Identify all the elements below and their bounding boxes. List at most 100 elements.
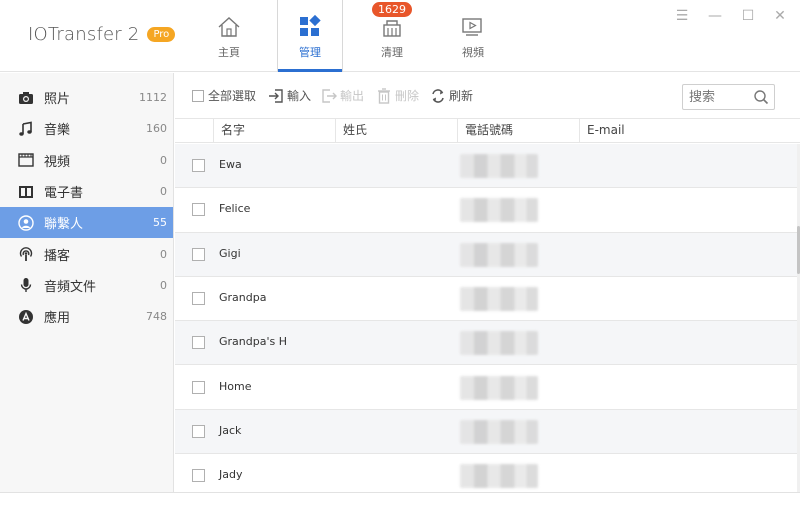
contact-first-name: Grandpa's H: [219, 335, 287, 349]
table-row[interactable]: Jady: [175, 454, 797, 492]
contact-first-name: Home: [219, 379, 252, 393]
refresh-label: 刷新: [449, 89, 474, 103]
refresh-icon: [432, 88, 444, 103]
delete-button[interactable]: 刪除: [376, 87, 419, 104]
select-all-label: 全部選取: [208, 89, 257, 103]
app-name: IOTransfer 2: [28, 24, 140, 45]
import-icon: [269, 88, 283, 103]
sidebar-item-label: 音樂: [44, 123, 71, 139]
table-row[interactable]: Home: [175, 366, 797, 410]
select-all-checkbox[interactable]: 全部選取: [192, 87, 256, 104]
sidebar-item-ebooks[interactable]: 電子書 0: [0, 176, 173, 207]
tab-video-label: 視頻: [462, 46, 484, 59]
search-input[interactable]: [689, 86, 753, 108]
blurred-phone-number: [460, 331, 538, 356]
sidebar-item-count: 55: [153, 216, 167, 230]
table-row[interactable]: Felice: [175, 188, 797, 233]
microphone-icon: [18, 277, 34, 293]
toolbar: 全部選取 輸入 輸出 刪除 刷新: [175, 73, 800, 118]
column-header-first-name[interactable]: 名字: [213, 119, 335, 142]
row-checkbox[interactable]: [192, 380, 205, 394]
sidebar-item-count: 0: [160, 247, 167, 261]
sidebar-item-apps[interactable]: 應用 748: [0, 301, 173, 332]
clean-broom-icon: [383, 20, 401, 37]
home-icon: [218, 17, 240, 37]
sidebar-item-label: 播客: [44, 248, 71, 264]
contact-first-name: Gigi: [219, 246, 241, 260]
column-header-last-name[interactable]: 姓氏: [335, 119, 457, 142]
blurred-phone-number: [460, 198, 538, 223]
sidebar-item-label: 視頻: [44, 154, 71, 170]
film-icon: [18, 152, 34, 168]
row-checkbox[interactable]: [192, 336, 205, 350]
contact-first-name: Jack: [219, 423, 242, 437]
table-row[interactable]: Grandpa's H: [175, 321, 797, 366]
tab-clean[interactable]: 1629 清理: [359, 0, 425, 72]
contacts-table: Ewa Felice Gigi Grandpa Grandpa's H Home…: [175, 144, 797, 492]
sidebar: 照片 1112 音樂 160 視頻 0 電子書 0 聯繫人 55 播客 0 音頻…: [0, 73, 174, 492]
pro-badge: Pro: [147, 27, 176, 42]
blurred-phone-number: [460, 242, 538, 267]
export-label: 輸出: [340, 89, 365, 103]
select-all-box: [192, 89, 204, 102]
blurred-phone-number: [460, 154, 538, 178]
clean-count-badge: 1629: [372, 2, 412, 17]
import-button[interactable]: 輸入: [268, 87, 311, 104]
contact-first-name: Ewa: [219, 158, 242, 171]
blurred-phone-number: [460, 286, 538, 311]
trash-icon: [378, 87, 390, 104]
sidebar-item-label: 電子書: [44, 186, 84, 202]
top-header: IOTransfer 2 Pro 主頁 管理 1629 清理 視頻 ☰ — ☐ …: [0, 0, 800, 72]
brand: IOTransfer 2 Pro: [28, 24, 176, 45]
sidebar-item-music[interactable]: 音樂 160: [0, 113, 173, 144]
sidebar-item-count: 0: [160, 153, 167, 167]
sidebar-item-label: 聯繫人: [44, 217, 84, 233]
menu-icon[interactable]: ☰: [672, 6, 692, 26]
tab-clean-label: 清理: [381, 46, 403, 59]
delete-label: 刪除: [395, 89, 420, 103]
tab-manage[interactable]: 管理: [277, 0, 343, 72]
sidebar-item-podcasts[interactable]: 播客 0: [0, 238, 173, 269]
table-row[interactable]: Gigi: [175, 232, 797, 277]
sidebar-item-photos[interactable]: 照片 1112: [0, 82, 173, 113]
camera-icon: [18, 90, 34, 106]
minimize-button[interactable]: —: [705, 6, 725, 26]
maximize-button[interactable]: ☐: [738, 6, 758, 26]
app-store-icon: [18, 309, 34, 325]
search-icon[interactable]: [753, 89, 769, 105]
tab-home[interactable]: 主頁: [196, 0, 262, 72]
row-checkbox[interactable]: [192, 424, 205, 438]
column-header-phone[interactable]: 電話號碼: [457, 119, 579, 142]
sidebar-item-video[interactable]: 視頻 0: [0, 145, 173, 176]
blurred-phone-number: [460, 464, 538, 489]
sidebar-item-label: 照片: [44, 92, 71, 108]
contact-first-name: Felice: [219, 202, 251, 216]
close-button[interactable]: ✕: [770, 6, 790, 26]
search-box: [682, 84, 775, 110]
tab-home-label: 主頁: [218, 46, 240, 59]
export-button[interactable]: 輸出: [321, 87, 364, 104]
row-checkbox[interactable]: [192, 203, 205, 217]
video-icon: [462, 18, 482, 36]
table-row[interactable]: Grandpa: [175, 277, 797, 322]
row-checkbox[interactable]: [192, 469, 205, 483]
row-checkbox[interactable]: [192, 291, 205, 305]
table-row[interactable]: Ewa: [175, 144, 797, 189]
sidebar-item-audio-files[interactable]: 音頻文件 0: [0, 270, 173, 301]
table-row[interactable]: Jack: [175, 409, 797, 455]
contact-first-name: Jady: [219, 468, 243, 482]
blurred-phone-number: [460, 419, 538, 444]
status-footer: [0, 492, 800, 517]
manage-grid-icon: [300, 14, 321, 36]
sidebar-item-count: 748: [146, 310, 167, 324]
row-checkbox[interactable]: [192, 159, 205, 172]
refresh-button[interactable]: 刷新: [430, 87, 473, 104]
tab-manage-label: 管理: [299, 46, 321, 59]
row-checkbox[interactable]: [192, 247, 205, 261]
tab-video[interactable]: 視頻: [440, 0, 506, 72]
podcast-icon: [18, 246, 34, 262]
sidebar-item-label: 應用: [44, 311, 71, 327]
sidebar-item-contacts[interactable]: 聯繫人 55: [0, 207, 173, 239]
column-header-email[interactable]: E-mail: [579, 119, 800, 142]
import-label: 輸入: [287, 89, 312, 103]
